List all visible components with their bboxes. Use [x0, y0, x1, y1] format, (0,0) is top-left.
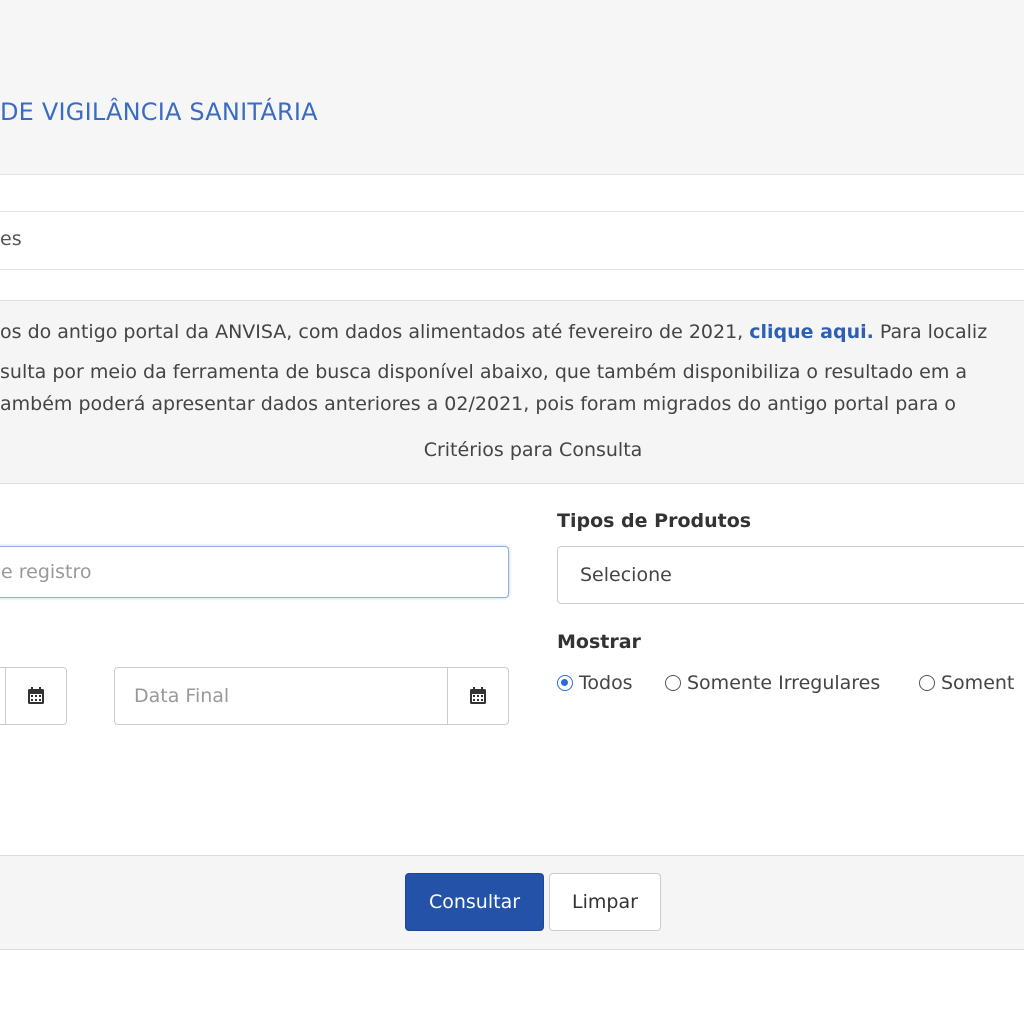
radio-label: Somente Irregulares	[687, 672, 881, 694]
radio-button[interactable]	[665, 675, 681, 691]
radio-somente-irregulares[interactable]: Somente Irregulares	[665, 672, 880, 694]
consultar-button[interactable]: Consultar	[405, 873, 544, 931]
calendar-icon	[28, 687, 44, 704]
tipos-produtos-select[interactable]: Selecione	[557, 546, 1024, 604]
panel-heading: os do antigo portal da ANVISA, com dados…	[0, 300, 1024, 484]
radio-label: Soment	[941, 672, 1015, 694]
data-inicial-calendar-button[interactable]	[5, 667, 67, 725]
info-line-1: os do antigo portal da ANVISA, com dados…	[0, 321, 987, 343]
calendar-icon	[470, 687, 486, 704]
data-final-input[interactable]	[114, 667, 448, 725]
clique-aqui-link[interactable]: clique aqui.	[749, 321, 874, 343]
tipos-produtos-label: Tipos de Produtos	[557, 510, 752, 532]
radio-button[interactable]	[919, 675, 935, 691]
data-final-calendar-button[interactable]	[447, 667, 509, 725]
info-line-2: sulta por meio da ferramenta de busca di…	[0, 361, 968, 383]
radio-label: Todos	[579, 672, 633, 694]
site-header: DE VIGILÂNCIA SANITÁRIA	[0, 0, 1024, 175]
breadcrumb-current: es	[0, 228, 22, 250]
info-line-3: ambém poderá apresentar dados anteriores…	[0, 393, 957, 415]
limpar-button[interactable]: Limpar	[549, 873, 661, 931]
radio-todos[interactable]: Todos	[557, 672, 633, 694]
info-text: os do antigo portal da ANVISA, com dados…	[0, 321, 750, 343]
mostrar-label: Mostrar	[557, 631, 641, 653]
site-title: DE VIGILÂNCIA SANITÁRIA	[0, 98, 318, 126]
page: DE VIGILÂNCIA SANITÁRIA es os do antigo …	[0, 0, 1024, 1024]
breadcrumb: es	[0, 211, 1024, 270]
criteria-title: Critérios para Consulta	[423, 439, 643, 461]
tipos-produtos-selected-value: Selecione	[580, 564, 672, 586]
registro-input[interactable]	[0, 546, 509, 598]
radio-somente[interactable]: Soment	[919, 672, 1014, 694]
radio-button-checked[interactable]	[557, 675, 573, 691]
info-text: Para localiz	[873, 321, 988, 343]
